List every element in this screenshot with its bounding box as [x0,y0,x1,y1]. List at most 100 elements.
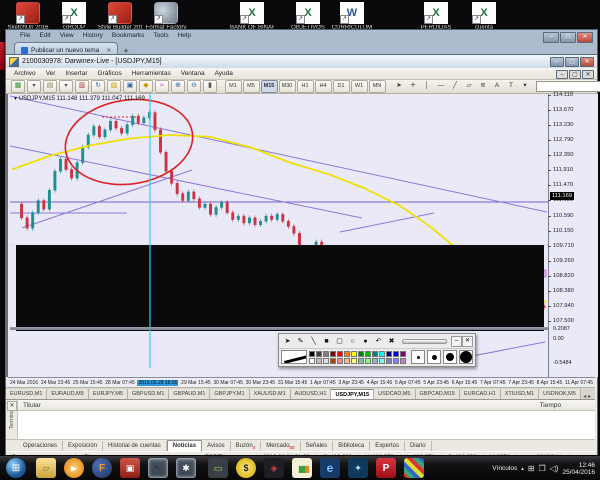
toolbar-button[interactable] [75,80,89,93]
toolbar-button[interactable] [11,80,25,93]
desktop-icon[interactable]: GROUP [52,2,96,31]
browser-menu-item[interactable]: View [60,32,74,41]
palette-swatch[interactable] [365,358,371,364]
browser-minimize-button[interactable]: – [543,32,559,43]
terminal-tab[interactable]: Señales [301,441,334,451]
dot-size-button[interactable] [427,350,441,364]
draw-tool-button[interactable]: A [491,81,503,92]
chart-tab[interactable]: XTIUSD,M1 [501,389,539,399]
palette-swatch[interactable] [330,351,336,357]
dot-size-button[interactable] [443,350,457,364]
palette-swatch[interactable] [358,351,364,357]
desktop-icon[interactable]: SketchUp 2016 [6,2,50,31]
mt4-menu-item[interactable]: Insertar [65,70,87,77]
chart-tab[interactable]: GBPCAD,M15 [416,389,460,399]
desktop-icon[interactable]: cuenta [462,2,506,31]
palette-swatch[interactable] [309,351,315,357]
terminal-close-icon[interactable]: ✕ [7,401,17,411]
tab-close-icon[interactable]: ✕ [106,47,111,54]
toolbar-button[interactable] [107,80,121,93]
tray-flag-icon[interactable]: ⊞ [528,464,535,473]
browser-menu-item[interactable]: History [83,32,103,41]
search-input[interactable] [536,81,600,92]
terminal-column-titular[interactable]: Titular [23,402,41,409]
chart-tab[interactable]: EURJPY,M5 [89,389,128,399]
draw-tool-button[interactable]: ▱ [463,81,475,92]
paint-tool-button[interactable]: ✖ [385,336,398,347]
taskbar-icon[interactable] [320,458,340,478]
toolbar-button[interactable] [171,80,185,93]
palette-swatch[interactable] [316,358,322,364]
mt4-menu-item[interactable]: Archivo [14,70,36,77]
paint-tool-button[interactable]: ■ [320,336,333,347]
toolbar-button[interactable] [187,80,201,93]
tray-network-icon[interactable]: ❒ [538,464,545,473]
mt4-menu-item[interactable]: Gráficos [98,70,122,77]
taskbar-icon[interactable] [92,458,112,478]
palette-swatch[interactable] [351,351,357,357]
draw-tool-button[interactable]: ╱ [449,81,461,92]
timeframe-button[interactable]: M30 [279,80,296,93]
palette-swatch[interactable] [400,358,406,364]
chart-close-button[interactable]: ✕ [582,70,594,79]
palette-swatch[interactable] [400,351,406,357]
draw-tool-button[interactable]: ▾ [519,81,531,92]
dot-size-button[interactable] [411,350,425,364]
terminal-tab[interactable]: Mercado50 [261,441,300,451]
chart-tab[interactable]: USDCAD,M5 [374,389,415,399]
links-toolbar-label[interactable]: Vínculos [492,465,517,472]
taskbar-icon[interactable] [292,458,312,478]
draw-tool-button[interactable]: ✛ [407,81,419,92]
chart-tab[interactable]: USDNOK,M5 [539,389,581,399]
toolbar-button[interactable] [203,80,217,93]
desktop-icon[interactable]: OBJETIVOS [286,2,330,31]
timeframe-button[interactable]: H1 [297,80,314,93]
mt4-menu-item[interactable]: Ver [46,70,56,77]
toolbar-button[interactable] [27,80,41,93]
toolbar-button[interactable] [139,80,153,93]
terminal-tab[interactable]: Diario [405,441,432,451]
mt4-menu-item[interactable]: Herramientas [132,70,171,77]
chart-tab[interactable]: EURAUD,M5 [47,389,88,399]
timeframe-button[interactable]: M1 [225,80,242,93]
palette-swatch[interactable] [358,358,364,364]
mt4-close-button[interactable]: ✕ [580,57,594,67]
taskbar-icon[interactable] [348,458,368,478]
palette-swatch[interactable] [337,351,343,357]
taskbar-icon[interactable] [264,458,284,478]
chart-tab[interactable]: EURCAD,H1 [460,389,501,399]
taskbar-icon[interactable] [404,458,424,478]
terminal-tab[interactable]: Noticias [167,440,202,451]
time-axis[interactable]: 24 Mar 201624 Mar 23:4525 Mar 15:4528 Ma… [8,377,595,387]
desktop-icon[interactable]: CURRICULUM [330,2,374,31]
chart-info-arrow-icon[interactable]: ▾ [14,96,17,102]
taskbar-icon[interactable] [148,458,168,478]
taskbar-clock[interactable]: 12:46 25/04/2016 [562,462,598,476]
chart-restore-button[interactable]: ▢ [569,70,581,79]
paint-tool-button[interactable]: ▢ [333,336,346,347]
paint-tool-button[interactable]: ● [359,336,372,347]
chart-tab[interactable]: GBPUSD,M1 [128,389,169,399]
browser-menu-item[interactable]: Help [178,32,191,41]
palette-swatch[interactable] [365,351,371,357]
terminal-tab[interactable]: Avisos [202,441,231,451]
paint-tool-button[interactable]: ✎ [294,336,307,347]
taskbar-icon[interactable] [64,458,84,478]
paint-tool-button[interactable]: ➤ [281,336,294,347]
paint-minimize-button[interactable]: – [451,336,462,347]
palette-swatch[interactable] [379,351,385,357]
desktop-icon[interactable]: Format Factory [144,2,188,31]
toolbar-button[interactable] [123,80,137,93]
palette-swatch[interactable] [351,358,357,364]
chart-tab[interactable]: AUDUSD,H1 [291,389,332,399]
palette-swatch[interactable] [372,358,378,364]
chart-tab[interactable]: XAUUSD,M1 [250,389,291,399]
draw-tool-button[interactable]: ➤ [393,81,405,92]
price-axis[interactable]: 114.110113.670113.230112.790112.350111.9… [548,94,598,377]
palette-swatch[interactable] [372,351,378,357]
palette-swatch[interactable] [386,358,392,364]
taskbar-icon[interactable] [208,458,228,478]
taskbar-icon[interactable] [120,458,140,478]
stroke-width-slider[interactable] [402,339,447,344]
palette-swatch[interactable] [393,351,399,357]
